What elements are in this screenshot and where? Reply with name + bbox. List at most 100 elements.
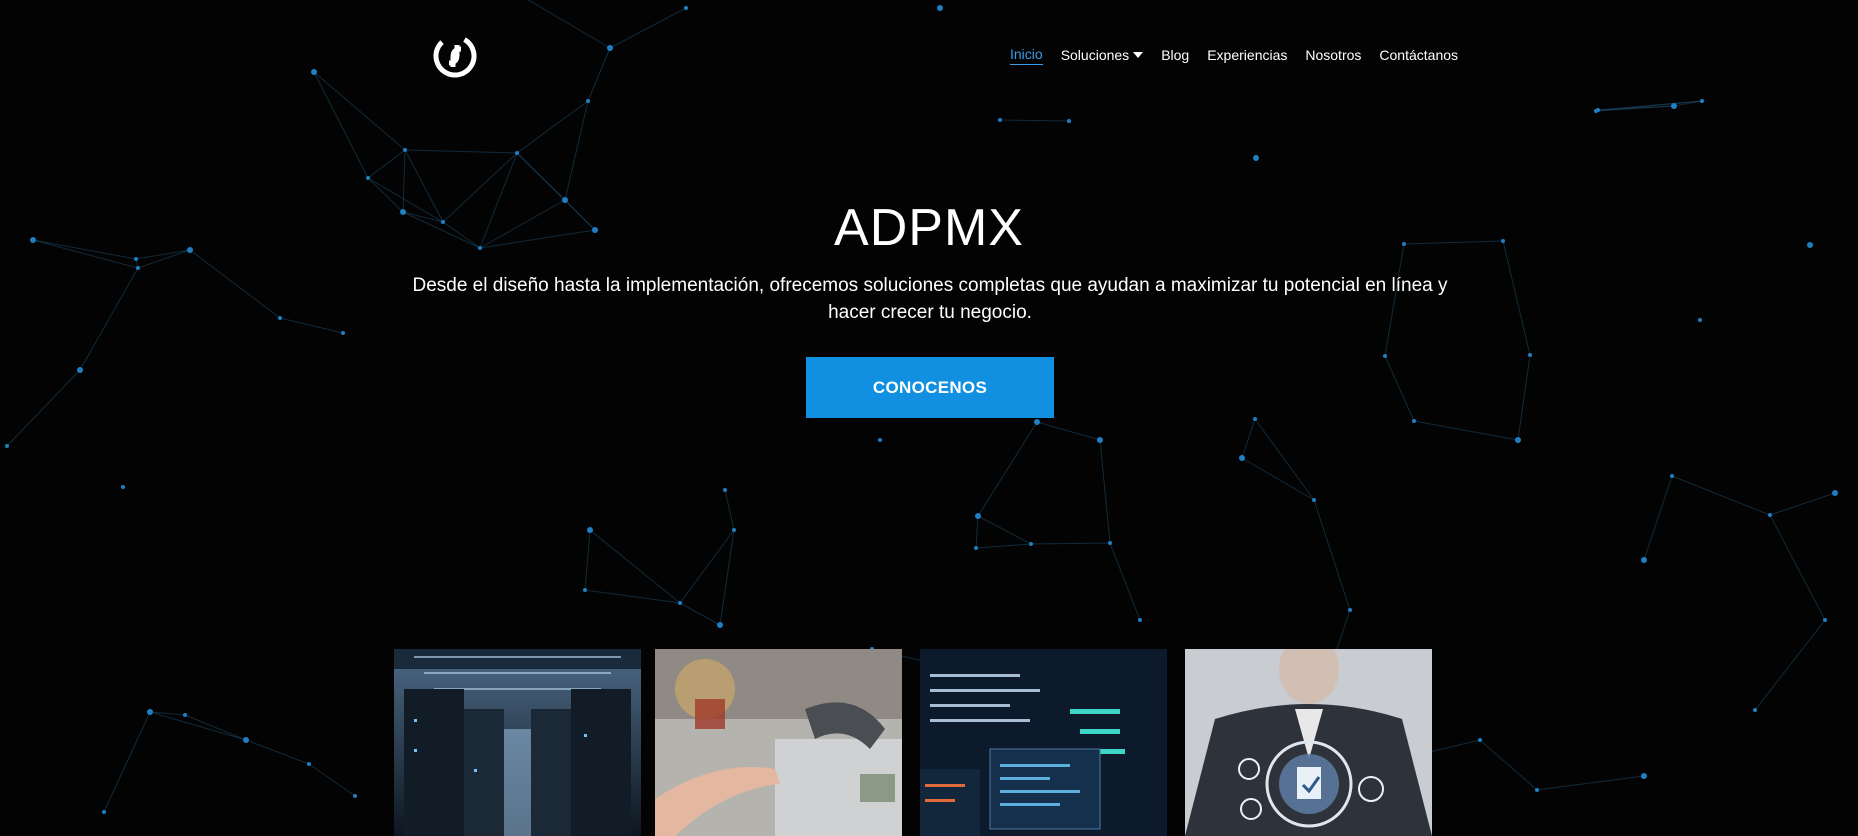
server-room-image <box>394 649 641 836</box>
network-dot <box>136 266 140 270</box>
network-line <box>367 149 406 179</box>
network-line <box>1754 619 1826 711</box>
network-line <box>975 543 1032 549</box>
network-line <box>1030 542 1111 545</box>
network-dot <box>1253 155 1259 161</box>
network-dot <box>1097 437 1103 443</box>
network-dot <box>1671 103 1677 109</box>
network-dot <box>1478 738 1482 742</box>
network-line <box>103 711 151 813</box>
network-dot <box>77 367 83 373</box>
nav-item-contactanos[interactable]: Contáctanos <box>1379 47 1458 65</box>
network-dot <box>998 118 1002 122</box>
network-line <box>679 529 735 604</box>
network-line <box>1109 542 1141 621</box>
network-dot <box>684 6 688 10</box>
network-line <box>1254 418 1315 501</box>
hero-subtitle: Desde el diseño hasta la implementación,… <box>412 275 1448 323</box>
nav-item-soluciones[interactable]: Soluciones <box>1061 47 1144 65</box>
network-line <box>1313 499 1351 611</box>
office-telephone-image <box>655 649 902 836</box>
network-dot <box>1312 498 1316 502</box>
network-dot <box>1641 557 1647 563</box>
network-dot <box>311 69 317 75</box>
network-line <box>1517 354 1531 441</box>
network-dot <box>717 622 723 628</box>
network-dot <box>583 588 587 592</box>
network-line <box>1769 514 1826 621</box>
network-dot <box>607 45 613 51</box>
network-line <box>527 0 611 49</box>
network-line <box>587 47 611 102</box>
business-management-icons-image <box>1185 649 1432 836</box>
network-line <box>1036 421 1101 441</box>
card-server-room[interactable] <box>394 649 641 836</box>
network-line <box>609 7 687 49</box>
main-nav: Inicio Soluciones Blog Experiencias Noso… <box>1010 46 1476 65</box>
network-dot <box>1253 417 1257 421</box>
network-line <box>1769 492 1836 516</box>
network-dot <box>1698 318 1702 322</box>
network-dot <box>1383 354 1387 358</box>
network-line <box>1479 739 1538 791</box>
network-line <box>404 149 518 154</box>
network-dot <box>243 737 249 743</box>
adpmx-logo-icon[interactable] <box>432 33 478 79</box>
network-dot <box>587 527 593 533</box>
network-dot <box>878 438 882 442</box>
network-line <box>1384 355 1415 422</box>
network-line <box>6 369 81 447</box>
network-line <box>1643 475 1673 561</box>
network-dot <box>1034 419 1040 425</box>
network-line <box>1241 457 1315 501</box>
network-dot <box>1823 618 1827 622</box>
network-line <box>313 71 406 151</box>
network-line <box>719 529 735 626</box>
network-line <box>313 71 369 179</box>
network-dot <box>1515 437 1521 443</box>
network-line <box>1502 240 1531 356</box>
network-line <box>999 119 1070 122</box>
card-business-management[interactable] <box>1185 649 1432 836</box>
network-dot <box>1670 474 1674 478</box>
network-dot <box>1348 608 1352 612</box>
network-dot <box>515 151 519 155</box>
network-dot <box>678 601 682 605</box>
nav-item-inicio[interactable]: Inicio <box>1010 46 1043 65</box>
nav-item-experiencias[interactable]: Experiencias <box>1207 47 1287 65</box>
hero-title: ADPMX <box>834 199 1024 257</box>
network-dot <box>147 709 153 715</box>
nav-item-nosotros[interactable]: Nosotros <box>1305 47 1361 65</box>
card-office-telephone[interactable] <box>655 649 902 836</box>
card-code-screens[interactable] <box>920 649 1167 836</box>
network-dot <box>937 5 943 11</box>
network-line <box>1595 100 1703 112</box>
network-line <box>975 515 979 549</box>
network-dot <box>1832 490 1838 496</box>
network-dot <box>975 513 981 519</box>
network-dot <box>1528 353 1532 357</box>
network-line <box>977 421 1038 517</box>
network-dot <box>341 331 345 335</box>
network-line <box>1536 775 1645 791</box>
network-line <box>308 763 356 797</box>
network-line <box>245 739 310 765</box>
network-dot <box>723 488 727 492</box>
network-line <box>584 529 591 591</box>
network-dot <box>1108 541 1112 545</box>
network-dot <box>102 810 106 814</box>
nav-item-blog[interactable]: Blog <box>1161 47 1189 65</box>
network-dot <box>278 316 282 320</box>
network-dot <box>1138 618 1142 622</box>
network-line <box>279 317 344 334</box>
network-line <box>1413 420 1519 441</box>
network-dot <box>1067 119 1071 123</box>
network-dot <box>121 485 125 489</box>
network-dot <box>1029 542 1033 546</box>
network-dot <box>1641 773 1647 779</box>
network-line <box>184 714 247 741</box>
conocenos-button[interactable]: CONOCENOS <box>806 357 1054 418</box>
network-dot <box>1768 513 1772 517</box>
network-line <box>724 489 735 531</box>
network-dot <box>1700 99 1704 103</box>
